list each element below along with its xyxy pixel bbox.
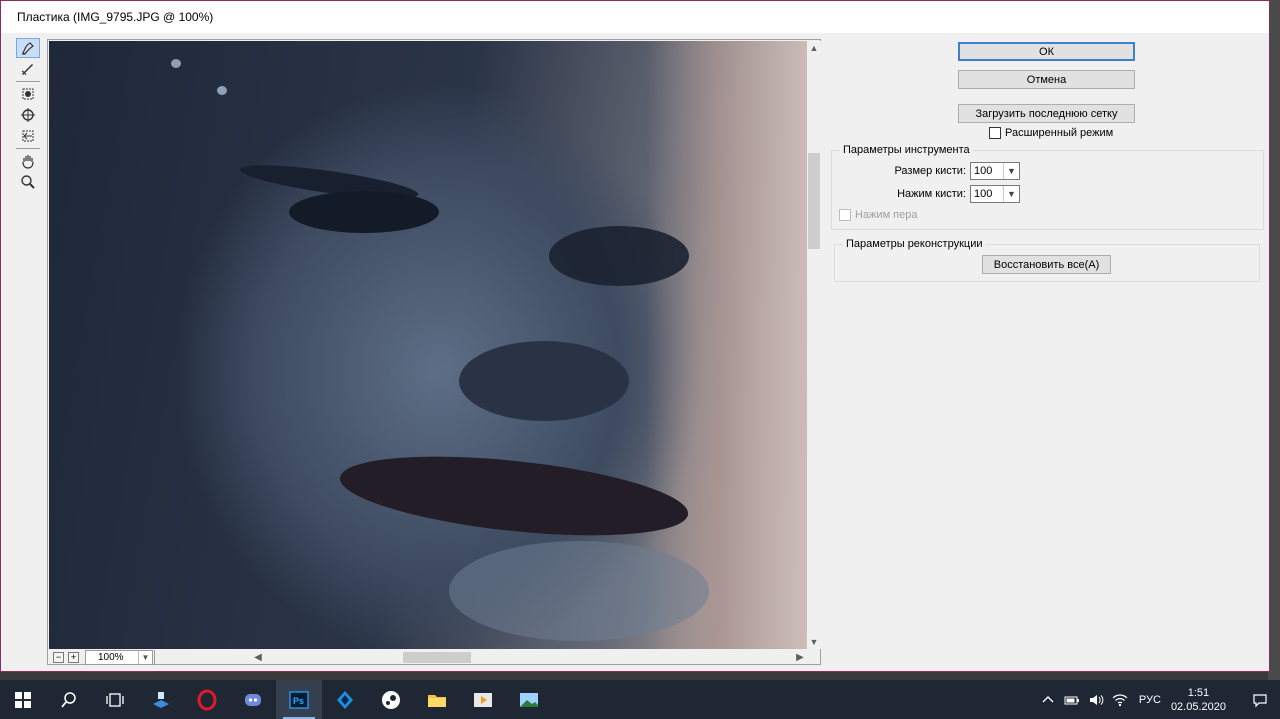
brush-pressure-value[interactable]: 100 <box>971 188 1003 200</box>
vertical-scroll-thumb[interactable] <box>808 153 820 249</box>
brush-pressure-label: Нажим кисти: <box>897 188 966 200</box>
chevron-down-icon: ▼ <box>138 650 152 664</box>
scroll-right-icon[interactable]: ▶ <box>793 650 807 665</box>
zoom-in-button[interactable]: + <box>68 651 79 663</box>
forward-warp-tool-icon[interactable] <box>16 38 40 58</box>
clock-time: 1:51 <box>1187 686 1210 699</box>
pucker-tool-icon[interactable] <box>16 84 40 104</box>
preview-horizontal-scrollbar[interactable]: ◀ ▶ <box>154 649 807 665</box>
zoom-tool-icon[interactable] <box>16 172 40 192</box>
stylus-pressure-checkbox: Нажим пера <box>839 209 918 221</box>
input-language[interactable]: РУС <box>1139 694 1161 706</box>
scroll-left-icon[interactable]: ◀ <box>251 650 265 665</box>
liquify-dialog: Пластика (IMG_9795.JPG @ 100%) ▲ ▼ − + 1… <box>0 0 1270 672</box>
brush-pressure-combo[interactable]: 100 ▼ <box>970 185 1020 203</box>
tool-separator <box>16 81 40 82</box>
reconstruct-tool-icon[interactable] <box>16 59 40 79</box>
advanced-mode-label: Расширенный режим <box>1005 127 1114 139</box>
chevron-down-icon[interactable]: ▼ <box>1003 163 1019 179</box>
tool-strip <box>13 37 43 193</box>
hand-tool-icon[interactable] <box>16 151 40 171</box>
brush-pressure-row: Нажим кисти: 100 ▼ <box>881 185 1020 203</box>
file-explorer-icon[interactable] <box>414 680 460 719</box>
photo-mouth <box>336 442 692 550</box>
volume-icon[interactable] <box>1085 689 1107 711</box>
brush-size-row: Размер кисти: 100 ▼ <box>881 162 1020 180</box>
search-icon[interactable] <box>46 680 92 719</box>
dialog-title: Пластика (IMG_9795.JPG @ 100%) <box>17 10 214 24</box>
photoshop-icon-label: Ps <box>293 696 304 706</box>
brush-size-value[interactable]: 100 <box>971 165 1003 177</box>
zoom-level-select[interactable]: 100% ▼ <box>85 649 153 665</box>
system-tray: РУС 1:51 02.05.2020 <box>1037 680 1280 719</box>
windows-taskbar: Ps РУС 1:51 02.05.2020 <box>0 680 1280 719</box>
photo-eye-right <box>549 226 689 286</box>
photo-eye-left <box>289 191 439 233</box>
windows-start-icon[interactable] <box>0 680 46 719</box>
brush-size-combo[interactable]: 100 ▼ <box>970 162 1020 180</box>
horizontal-scroll-thumb[interactable] <box>403 651 471 663</box>
brush-size-label: Размер кисти: <box>894 165 966 177</box>
task-view-icon[interactable] <box>92 680 138 719</box>
bloat-tool-icon[interactable] <box>16 105 40 125</box>
preview-frame: ▲ ▼ − + 100% ▼ ◀ ▶ <box>47 39 821 665</box>
file-transfer-icon[interactable] <box>138 680 184 719</box>
scroll-up-icon[interactable]: ▲ <box>807 41 821 55</box>
photo-piercing <box>217 86 227 95</box>
photo-piercing <box>171 59 181 68</box>
restore-all-button[interactable]: Восстановить все(A) <box>982 255 1111 274</box>
preview-vertical-scrollbar[interactable]: ▲ ▼ <box>807 41 821 649</box>
opera-icon[interactable] <box>184 680 230 719</box>
steam-icon[interactable] <box>368 680 414 719</box>
battery-icon[interactable] <box>1061 689 1083 711</box>
notifications-icon[interactable] <box>1240 680 1280 719</box>
photoshop-icon[interactable]: Ps <box>276 680 322 719</box>
tool-options-title: Параметры инструмента <box>840 144 973 156</box>
stylus-pressure-label: Нажим пера <box>855 209 918 221</box>
taskbar-clock[interactable]: 1:51 02.05.2020 <box>1171 686 1226 714</box>
zoom-out-button[interactable]: − <box>53 651 64 663</box>
ok-button[interactable]: ОК <box>958 42 1135 61</box>
wifi-icon[interactable] <box>1109 689 1131 711</box>
reconstruct-options-title: Параметры реконструкции <box>843 238 986 250</box>
push-left-tool-icon[interactable] <box>16 126 40 146</box>
zoom-level-value: 100% <box>98 651 124 663</box>
scroll-down-icon[interactable]: ▼ <box>807 635 821 649</box>
media-player-icon[interactable] <box>460 680 506 719</box>
checkbox-box[interactable] <box>989 127 1001 139</box>
clock-date: 02.05.2020 <box>1170 700 1226 713</box>
checkbox-box <box>839 209 851 221</box>
preview-bottom-bar: − + 100% ▼ ◀ ▶ <box>49 649 807 665</box>
photo-nose <box>459 341 629 421</box>
cancel-button[interactable]: Отмена <box>958 70 1135 89</box>
chevron-down-icon[interactable]: ▼ <box>1003 186 1019 202</box>
discord-icon[interactable] <box>230 680 276 719</box>
image-preview-canvas[interactable] <box>49 41 807 649</box>
tool-separator <box>16 148 40 149</box>
load-last-mesh-button[interactable]: Загрузить последнюю сетку <box>958 104 1135 123</box>
dialog-titlebar: Пластика (IMG_9795.JPG @ 100%) <box>1 1 1269 33</box>
chevron-up-icon[interactable] <box>1037 689 1059 711</box>
advanced-mode-checkbox[interactable]: Расширенный режим <box>989 127 1113 139</box>
image-viewer-icon[interactable] <box>506 680 552 719</box>
game-app-icon[interactable] <box>322 680 368 719</box>
photo-chin-highlight <box>449 541 709 641</box>
